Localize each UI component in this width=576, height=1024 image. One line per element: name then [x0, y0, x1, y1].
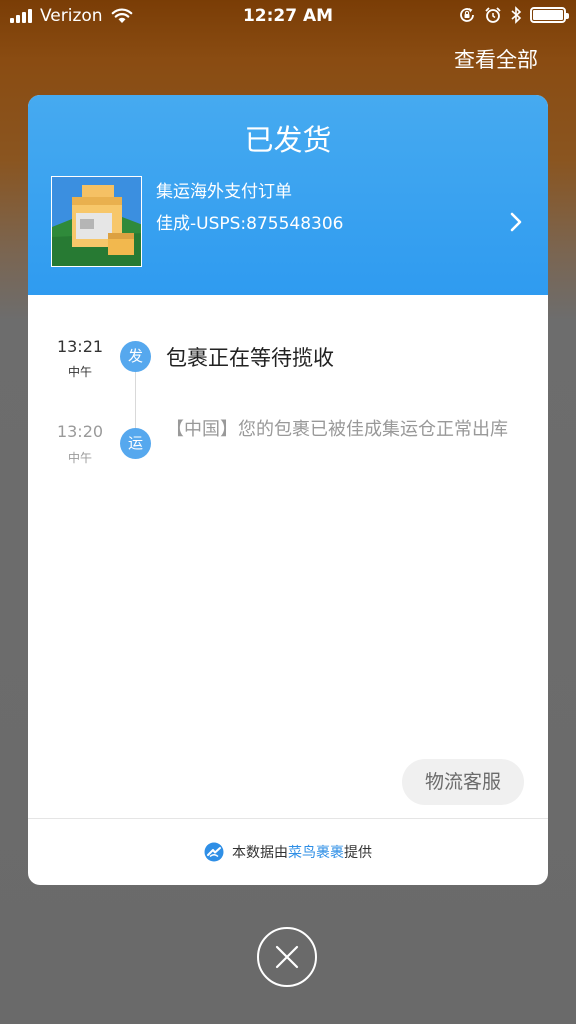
footer-prefix: 本数据由: [232, 845, 288, 861]
chevron-right-icon[interactable]: [506, 211, 526, 233]
logistics-service-button[interactable]: 物流客服: [402, 759, 524, 805]
close-icon: [275, 945, 299, 969]
footer-text: 本数据由菜鸟裹裹提供: [232, 842, 372, 862]
battery-fill: [533, 10, 563, 20]
status-bar: Verizon 12:27 AM: [0, 0, 576, 32]
timeline-period: 中午: [67, 365, 92, 379]
alarm-icon: [485, 7, 501, 23]
cainiao-logo-icon: [204, 842, 224, 862]
timeline-connector: [135, 365, 136, 435]
tracking-timeline: 13:21 中午 发 包裹正在等待揽收 13:20 中午 运 【中国】您的包裹已…: [28, 295, 548, 715]
divider: [28, 818, 548, 819]
timeline-badge: 发: [120, 341, 151, 372]
timeline-event: 【中国】您的包裹已被佳成集运仓正常出库: [166, 419, 508, 440]
status-right: [458, 6, 569, 24]
data-source-footer: 本数据由菜鸟裹裹提供: [28, 841, 548, 863]
bluetooth-icon: [511, 6, 522, 24]
timeline-badge: 运: [120, 428, 151, 459]
card-header[interactable]: 已发货 集运海外支付订单 佳成-USPS:875548306: [28, 95, 548, 295]
order-number: 佳成-USPS:875548306: [156, 214, 344, 234]
timeline-event: 包裹正在等待揽收: [166, 346, 334, 370]
cainiao-link[interactable]: 菜鸟裹裹: [288, 845, 344, 861]
timeline-time: 13:21: [56, 337, 104, 356]
timeline-period: 中午: [67, 451, 92, 465]
rotation-lock-icon: [460, 8, 474, 22]
view-all-button[interactable]: 查看全部: [454, 44, 538, 74]
battery-icon: [530, 7, 569, 23]
logistics-card: 已发货 集运海外支付订单 佳成-USPS:875548306 13:21 中午 …: [28, 95, 548, 885]
package-thumbnail: [51, 176, 142, 267]
shipment-status-title: 已发货: [244, 123, 332, 157]
timeline-time: 13:20: [56, 422, 104, 441]
footer-suffix: 提供: [344, 845, 372, 861]
package-image: [52, 177, 141, 266]
order-name: 集运海外支付订单: [156, 182, 292, 202]
close-button[interactable]: [257, 927, 317, 987]
